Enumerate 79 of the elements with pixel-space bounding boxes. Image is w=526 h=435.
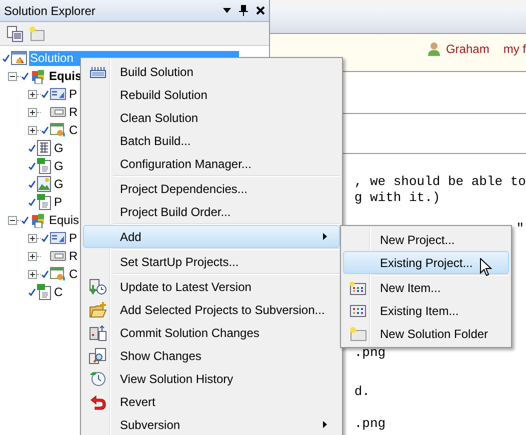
- menu-item[interactable]: Clean Solution: [83, 106, 340, 129]
- image-file-icon: [37, 176, 51, 192]
- menu-item[interactable]: Existing Project...: [343, 251, 509, 274]
- menu-item[interactable]: Update to Latest Version: [83, 275, 340, 298]
- page-text: g with it.): [354, 190, 442, 206]
- tree-item[interactable]: R: [68, 248, 79, 264]
- item-icon: [349, 304, 367, 318]
- menu-item[interactable]: Project Dependencies...: [83, 177, 340, 200]
- expand-icon[interactable]: [28, 270, 37, 278]
- folder-add-icon: [89, 302, 107, 318]
- panel-title: Solution Explorer: [4, 2, 96, 20]
- tree-item[interactable]: C: [53, 284, 64, 300]
- menu-item[interactable]: Configuration Manager...: [83, 152, 340, 175]
- tree-item[interactable]: P: [53, 194, 64, 210]
- code-file-icon: [37, 194, 51, 210]
- document-clock-icon: [89, 278, 107, 294]
- pin-icon[interactable]: [239, 5, 248, 16]
- tree-item[interactable]: R: [68, 104, 79, 120]
- menu-item[interactable]: View Solution History: [83, 367, 340, 390]
- new-item-icon: [349, 280, 367, 294]
- menu-item[interactable]: Add: [83, 225, 340, 248]
- properties-icon: [50, 88, 66, 100]
- window-drop-icon: [50, 266, 66, 282]
- menu-item[interactable]: Build Solution: [83, 60, 340, 83]
- build-icon: [90, 66, 106, 78]
- project-icon: [30, 212, 46, 228]
- document-magnifier-icon: [89, 348, 107, 364]
- menu-item[interactable]: New Item...: [343, 276, 509, 299]
- page-text: , we should be able to: [354, 174, 526, 190]
- page-text: ": [515, 221, 525, 237]
- tree-item[interactable]: G: [53, 158, 64, 174]
- tree-item[interactable]: P: [68, 86, 78, 102]
- close-icon[interactable]: [256, 6, 266, 15]
- page-text: d.: [354, 384, 371, 400]
- properties-icon: [50, 232, 66, 244]
- undo-arrow-icon: [90, 394, 106, 410]
- menu-item[interactable]: Add Selected Projects to Subversion...: [83, 298, 340, 321]
- menu-item[interactable]: New Project...: [343, 228, 509, 251]
- tree-item[interactable]: C: [68, 266, 79, 282]
- menu-item[interactable]: Commit Solution Changes: [83, 321, 340, 344]
- properties-icon[interactable]: [7, 26, 23, 42]
- tree-item[interactable]: Equis: [48, 212, 80, 228]
- page-text: .png: [354, 345, 387, 361]
- menu-item[interactable]: Show Changes: [83, 344, 340, 367]
- new-folder-icon: [349, 326, 367, 341]
- menu-item[interactable]: Set StartUp Projects...: [83, 250, 340, 273]
- tree-item[interactable]: G: [53, 176, 64, 192]
- collapse-icon[interactable]: [8, 216, 17, 224]
- code-file-icon: [37, 158, 51, 174]
- tree-item[interactable]: C: [68, 122, 79, 138]
- collapse-icon[interactable]: [8, 72, 17, 80]
- expand-icon[interactable]: [28, 108, 37, 116]
- code-file-icon: [37, 284, 51, 300]
- expand-icon[interactable]: [28, 234, 37, 242]
- menu-item[interactable]: New Solution Folder: [343, 322, 509, 345]
- expand-icon[interactable]: [28, 252, 37, 260]
- references-icon: [50, 106, 66, 118]
- window-drop-icon: [50, 122, 66, 138]
- tree-item[interactable]: Equis: [48, 68, 83, 84]
- project-icon: [30, 68, 46, 84]
- page-text: .png: [354, 416, 387, 432]
- account-link[interactable]: my f: [503, 40, 526, 58]
- user-link[interactable]: Graham: [446, 40, 490, 58]
- references-icon: [50, 250, 66, 262]
- menu-item[interactable]: Existing Item...: [343, 299, 509, 322]
- expand-icon[interactable]: [28, 126, 37, 134]
- expand-icon[interactable]: [28, 90, 37, 98]
- tree-item[interactable]: G: [53, 140, 64, 156]
- dropdown-icon[interactable]: [223, 8, 232, 13]
- menu-item[interactable]: Batch Build...: [83, 129, 340, 152]
- menu-item[interactable]: Project Build Order...: [83, 200, 340, 223]
- menu-item[interactable]: Revert: [83, 390, 340, 413]
- tree-item[interactable]: P: [68, 230, 78, 246]
- user-icon: [428, 42, 440, 56]
- grid-file-icon: [37, 140, 51, 156]
- menu-item[interactable]: Subversion: [83, 413, 340, 435]
- solution-icon: [11, 51, 27, 65]
- database-arrow-icon: [89, 324, 107, 340]
- menu-item[interactable]: Rebuild Solution: [83, 83, 340, 106]
